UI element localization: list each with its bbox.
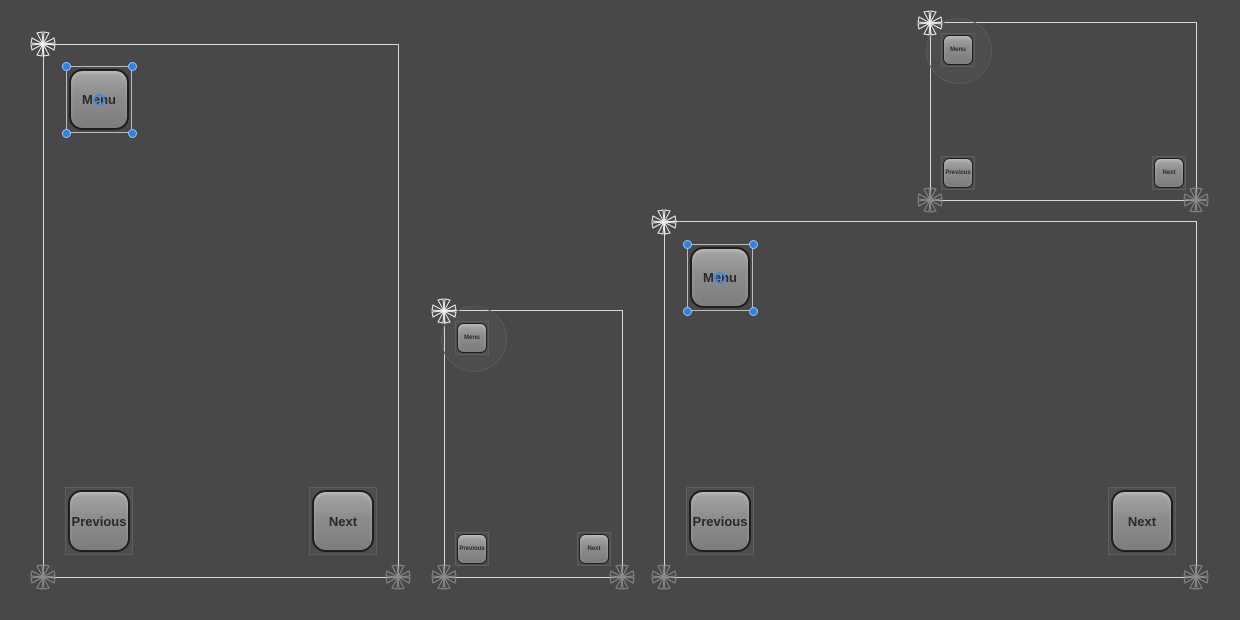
pivot-icon[interactable] [93,94,105,106]
anchor-icon[interactable] [385,564,411,590]
resize-handle-icon[interactable] [683,240,692,249]
previous-button[interactable]: Previous [65,487,133,555]
pivot-icon[interactable] [714,272,726,284]
previous-button[interactable]: Previous [686,487,754,555]
next-button[interactable]: Next [1108,487,1176,555]
resize-handle-icon[interactable] [128,62,137,71]
anchor-icon[interactable] [917,187,943,213]
anchor-icon[interactable] [651,209,677,235]
anchor-icon[interactable] [651,564,677,590]
resize-handle-icon[interactable] [749,307,758,316]
previous-button[interactable]: Previous [455,532,489,566]
next-button[interactable]: Next [1152,156,1186,190]
menu-button[interactable]: Menu [455,321,489,355]
resize-handle-icon[interactable] [683,307,692,316]
resize-handle-icon[interactable] [62,129,71,138]
next-button[interactable]: Next [577,532,611,566]
anchor-icon[interactable] [30,564,56,590]
anchor-icon[interactable] [1183,187,1209,213]
resize-handle-icon[interactable] [749,240,758,249]
menu-button[interactable]: Menu [941,33,975,67]
anchor-icon[interactable] [30,31,56,57]
anchor-icon[interactable] [431,298,457,324]
resize-handle-icon[interactable] [62,62,71,71]
anchor-icon[interactable] [917,10,943,36]
previous-button[interactable]: Previous [941,156,975,190]
anchor-icon[interactable] [1183,564,1209,590]
anchor-icon[interactable] [431,564,457,590]
resize-handle-icon[interactable] [128,129,137,138]
anchor-icon[interactable] [609,564,635,590]
next-button[interactable]: Next [309,487,377,555]
